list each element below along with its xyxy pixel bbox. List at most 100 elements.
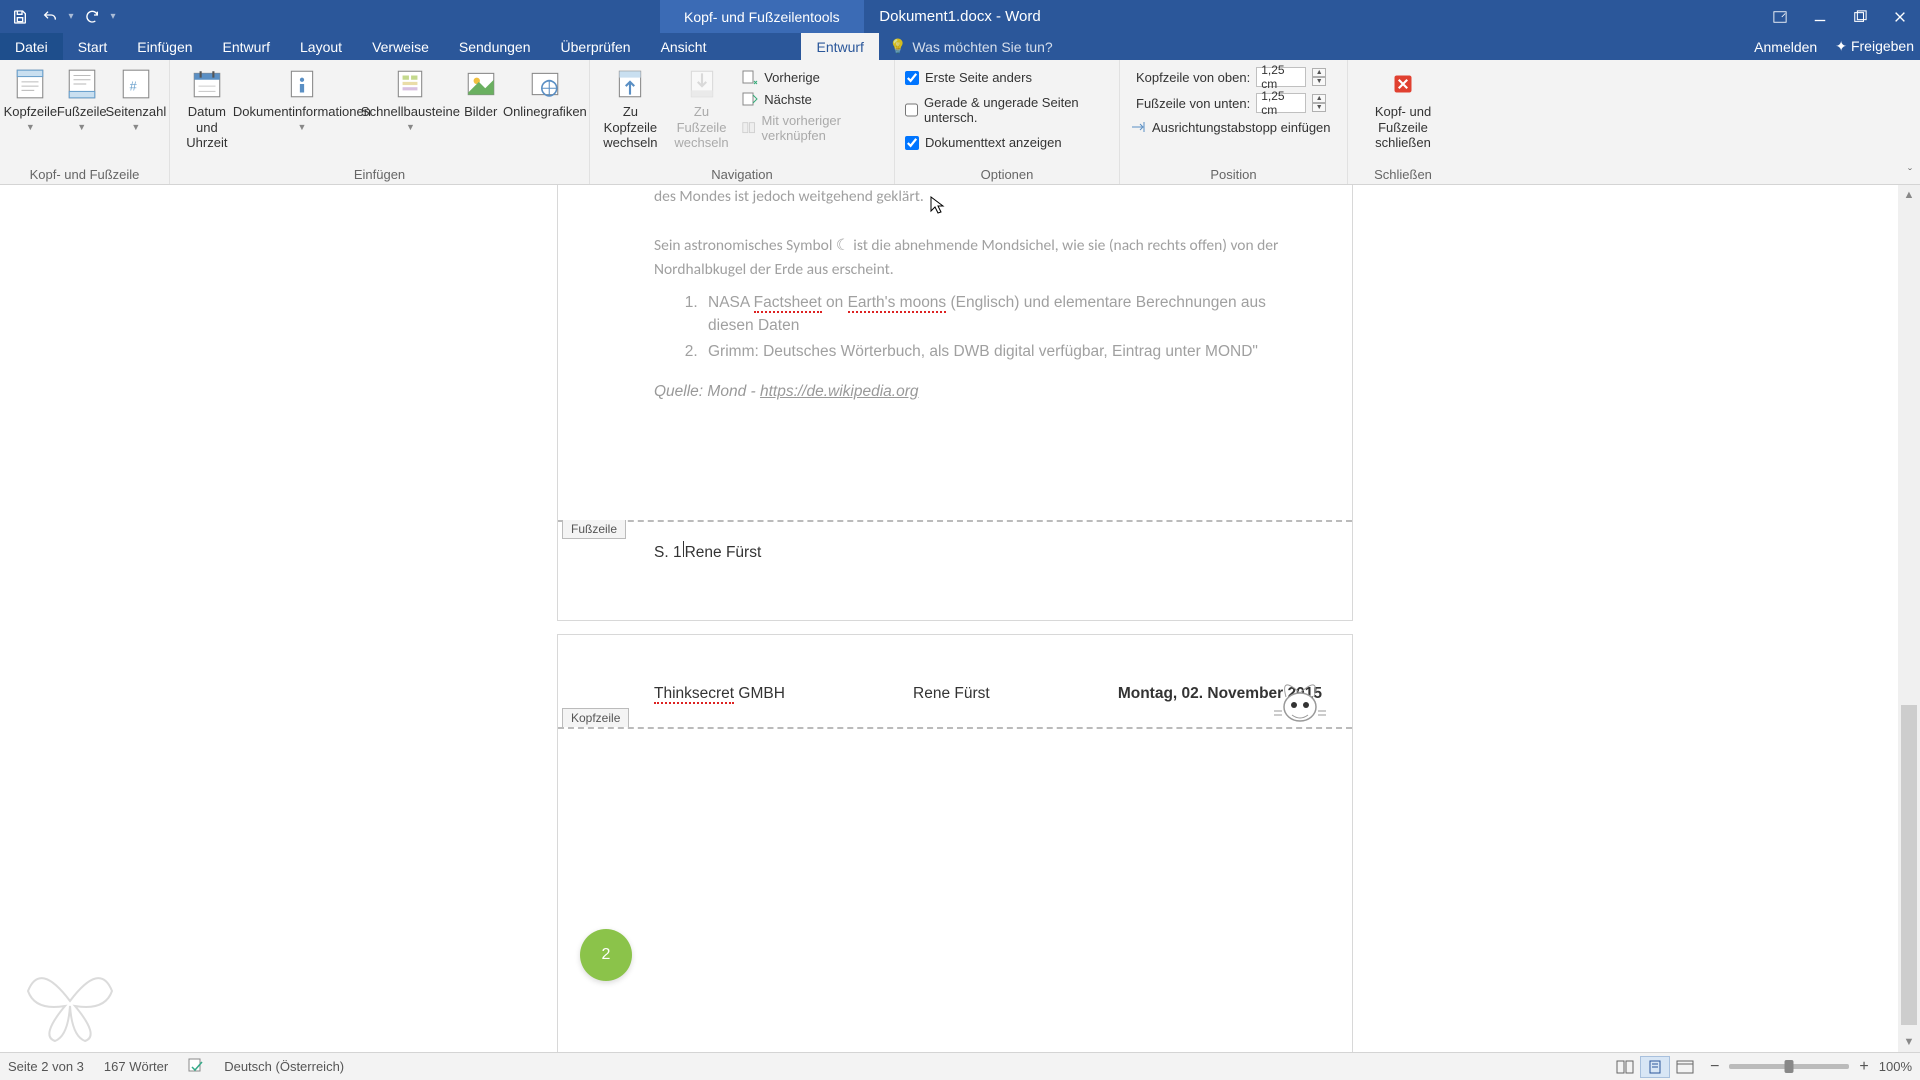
page-number-button[interactable]: # Seitenzahl ▼ xyxy=(109,64,163,134)
qat-dropdown-icon[interactable]: ▾ xyxy=(66,11,76,22)
next-icon xyxy=(742,91,758,107)
insert-alignment-tab-button[interactable]: Ausrichtungstabstopp einfügen xyxy=(1126,118,1335,136)
picture-icon xyxy=(463,66,499,102)
spinner[interactable]: ▲▼ xyxy=(1312,94,1326,112)
goto-footer-button: Zu Fußzeile wechseln xyxy=(669,64,734,153)
status-language[interactable]: Deutsch (Österreich) xyxy=(224,1059,344,1074)
scroll-down-arrow[interactable]: ▼ xyxy=(1898,1032,1920,1052)
document-info-button[interactable]: Dokumentinformationen ▼ xyxy=(242,64,362,134)
status-word-count[interactable]: 167 Wörter xyxy=(104,1059,168,1074)
calendar-icon xyxy=(189,66,225,102)
zoom-out-button[interactable]: − xyxy=(1710,1058,1719,1076)
body-paragraph: Sein astronomisches Symbol ☾ ist die abn… xyxy=(654,234,1292,281)
next-button[interactable]: Nächste xyxy=(738,90,888,108)
contextual-tool-tab: Kopf- und Fußzeilentools xyxy=(660,0,864,33)
zoom-in-button[interactable]: + xyxy=(1859,1058,1868,1076)
link-previous-button: Mit vorheriger verknüpfen xyxy=(738,112,888,144)
header-icon xyxy=(12,66,48,102)
footer-from-bottom-label: Fußzeile von unten: xyxy=(1136,96,1250,111)
read-mode-button[interactable] xyxy=(1610,1056,1640,1078)
tab-references[interactable]: Verweise xyxy=(357,33,444,60)
tab-review[interactable]: Überprüfen xyxy=(546,33,646,60)
tell-me-placeholder: Was möchten Sie tun? xyxy=(912,39,1052,55)
scrollbar-thumb[interactable] xyxy=(1901,705,1917,1025)
lightbulb-icon: 💡 xyxy=(889,38,906,55)
page-2: Thinksecret GMBH Rene Fürst Montag, 02. … xyxy=(558,635,1352,1052)
date-time-button[interactable]: Datum und Uhrzeit xyxy=(176,64,238,153)
maximize-button[interactable] xyxy=(1840,0,1880,33)
close-button[interactable] xyxy=(1880,0,1920,33)
goto-header-icon xyxy=(612,66,648,102)
share-button[interactable]: ✦Freigeben xyxy=(1835,38,1914,55)
online-pictures-button[interactable]: Onlinegrafiken xyxy=(507,64,583,122)
zoom-level[interactable]: 100% xyxy=(1879,1059,1912,1074)
odd-even-different-checkbox[interactable]: Gerade & ungerade Seiten untersch. xyxy=(901,93,1113,127)
minimize-button[interactable] xyxy=(1800,0,1840,33)
status-page[interactable]: Seite 2 von 3 xyxy=(8,1059,84,1074)
web-layout-button[interactable] xyxy=(1670,1056,1700,1078)
redo-button[interactable] xyxy=(78,4,106,30)
tab-design[interactable]: Entwurf xyxy=(208,33,285,60)
header-content[interactable]: Thinksecret GMBH Rene Fürst Montag, 02. … xyxy=(654,685,1322,703)
tab-mailings[interactable]: Sendungen xyxy=(444,33,546,60)
dropdown-icon: ▼ xyxy=(26,122,35,133)
group-label: Position xyxy=(1120,164,1347,184)
watermark-butterfly-icon xyxy=(20,956,120,1046)
status-proofing-icon[interactable] xyxy=(188,1057,204,1076)
group-label: Navigation xyxy=(590,164,894,184)
numbered-list: NASA Factsheet on Earth's moons (Englisc… xyxy=(702,291,1292,364)
link-icon xyxy=(742,120,755,136)
group-label: Optionen xyxy=(895,164,1119,184)
annotation-badge: 2 xyxy=(580,929,632,981)
footer-label-tab: Fußzeile xyxy=(562,520,626,539)
collapse-ribbon-button[interactable]: ˇ xyxy=(1908,166,1912,180)
previous-button[interactable]: Vorherige xyxy=(738,68,888,86)
footer-from-bottom-input[interactable]: 1,25 cm xyxy=(1256,93,1306,113)
tab-view[interactable]: Ansicht xyxy=(646,33,722,60)
zoom-slider[interactable] xyxy=(1729,1064,1849,1069)
group-label: Schließen xyxy=(1348,164,1458,184)
footer-content[interactable]: S. 1 Rene Fürst xyxy=(654,541,761,562)
ribbon-display-options-button[interactable] xyxy=(1760,0,1800,33)
vertical-scrollbar[interactable]: ▲ ▼ xyxy=(1898,185,1920,1052)
window-title: Dokument1.docx - Word xyxy=(879,8,1040,25)
sign-in-link[interactable]: Anmelden xyxy=(1754,39,1817,55)
goto-header-button[interactable]: Zu Kopfzeile wechseln xyxy=(596,64,665,153)
show-document-text-checkbox[interactable]: Dokumenttext anzeigen xyxy=(901,133,1066,152)
spinner[interactable]: ▲▼ xyxy=(1312,68,1326,86)
header-from-top-input[interactable]: 1,25 cm xyxy=(1256,67,1306,87)
pictures-button[interactable]: Bilder xyxy=(459,64,503,122)
footer-button[interactable]: Fußzeile ▼ xyxy=(59,64,105,134)
header-label-tab: Kopfzeile xyxy=(562,708,629,727)
document-canvas[interactable]: des Mondes ist jedoch weitgehend geklärt… xyxy=(0,185,1898,1052)
tab-layout[interactable]: Layout xyxy=(285,33,357,60)
page-1: des Mondes ist jedoch weitgehend geklärt… xyxy=(558,185,1352,620)
header-logo-image xyxy=(1272,667,1328,723)
source-line: Quelle: Mond - https://de.wikipedia.org xyxy=(654,380,1292,403)
tab-file[interactable]: Datei xyxy=(0,33,63,60)
scroll-up-arrow[interactable]: ▲ xyxy=(1898,185,1920,205)
first-page-different-checkbox[interactable]: Erste Seite anders xyxy=(901,68,1036,87)
page-number-icon: # xyxy=(118,66,154,102)
qat-customize-icon[interactable]: ▾ xyxy=(108,11,118,22)
header-button[interactable]: Kopfzeile ▼ xyxy=(6,64,55,134)
save-button[interactable] xyxy=(6,4,34,30)
dropdown-icon: ▼ xyxy=(131,122,140,133)
undo-button[interactable] xyxy=(36,4,64,30)
dropdown-icon: ▼ xyxy=(406,122,415,133)
group-label: Kopf- und Fußzeile xyxy=(0,164,169,184)
tab-start[interactable]: Start xyxy=(63,33,123,60)
quick-parts-button[interactable]: Schnellbausteine ▼ xyxy=(366,64,455,134)
prev-icon xyxy=(742,69,758,85)
close-header-footer-button[interactable]: Kopf- und Fußzeile schließen xyxy=(1354,64,1452,153)
quick-parts-icon xyxy=(392,66,428,102)
print-layout-button[interactable] xyxy=(1640,1056,1670,1078)
tell-me-search[interactable]: 💡 Was möchten Sie tun? xyxy=(889,33,1053,60)
body-paragraph: des Mondes ist jedoch weitgehend geklärt… xyxy=(654,185,1292,208)
tab-header-footer-design[interactable]: Entwurf xyxy=(801,33,878,60)
group-label: Einfügen xyxy=(170,164,589,184)
dropdown-icon: ▼ xyxy=(77,122,86,133)
doc-info-icon xyxy=(284,66,320,102)
tab-insert[interactable]: Einfügen xyxy=(122,33,207,60)
online-pictures-icon xyxy=(527,66,563,102)
